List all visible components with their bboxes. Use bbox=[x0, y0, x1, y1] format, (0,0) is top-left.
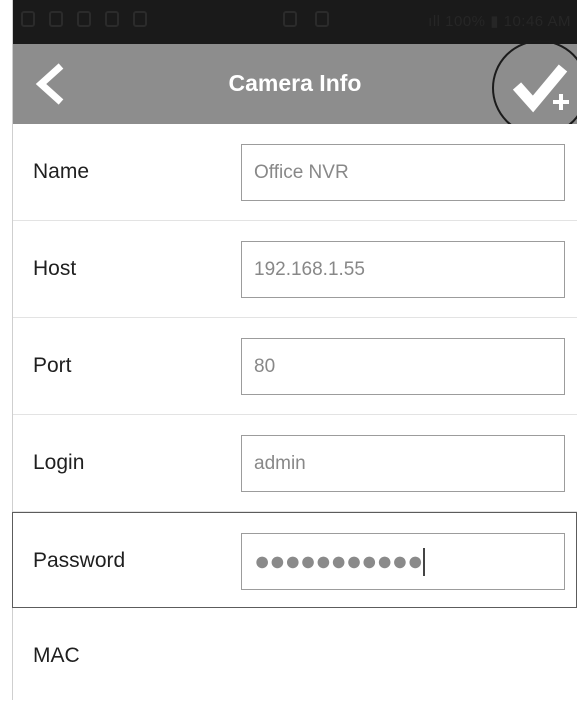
name-row: Name bbox=[13, 124, 577, 221]
host-field[interactable] bbox=[241, 241, 565, 298]
screen-margin bbox=[0, 0, 12, 700]
host-row: Host bbox=[13, 221, 577, 318]
status-notifications bbox=[21, 11, 147, 27]
login-label: Login bbox=[33, 451, 85, 474]
upload-icon bbox=[77, 11, 91, 27]
save-button[interactable] bbox=[509, 56, 571, 118]
check-plus-icon bbox=[512, 64, 569, 113]
name-field[interactable] bbox=[241, 144, 565, 201]
notification-icon bbox=[133, 11, 147, 27]
login-field[interactable] bbox=[241, 435, 565, 492]
port-field[interactable] bbox=[241, 338, 565, 395]
password-field[interactable]: ●●●●●●●●●●● bbox=[241, 533, 565, 590]
notification-icon bbox=[49, 11, 63, 27]
status-bar: ıll 100% ▮ 10:46 AM bbox=[13, 0, 577, 44]
notification-icon bbox=[21, 11, 35, 27]
page-title: Camera Info bbox=[228, 70, 362, 96]
status-time-battery: ıll 100% ▮ 10:46 AM bbox=[428, 13, 571, 30]
login-row: Login bbox=[13, 415, 577, 512]
port-label: Port bbox=[33, 354, 72, 377]
password-label: Password bbox=[33, 549, 126, 572]
title-bar: Camera Info bbox=[13, 44, 577, 124]
wifi-icon bbox=[315, 11, 329, 27]
host-label: Host bbox=[33, 257, 77, 280]
mac-label: MAC bbox=[33, 644, 80, 667]
name-label: Name bbox=[33, 160, 90, 183]
bluetooth-icon bbox=[283, 11, 297, 27]
port-row: Port bbox=[13, 318, 577, 415]
password-mask: ●●●●●●●●●●● bbox=[254, 546, 423, 576]
status-indicators bbox=[283, 11, 329, 27]
mac-row: MAC bbox=[13, 608, 577, 704]
camera-info-form: Name Host Port Login Password ●●●●●●●●●●… bbox=[12, 124, 577, 704]
text-cursor bbox=[423, 547, 426, 576]
notification-icon bbox=[105, 11, 119, 27]
password-row: Password ●●●●●●●●●●● bbox=[12, 512, 577, 608]
